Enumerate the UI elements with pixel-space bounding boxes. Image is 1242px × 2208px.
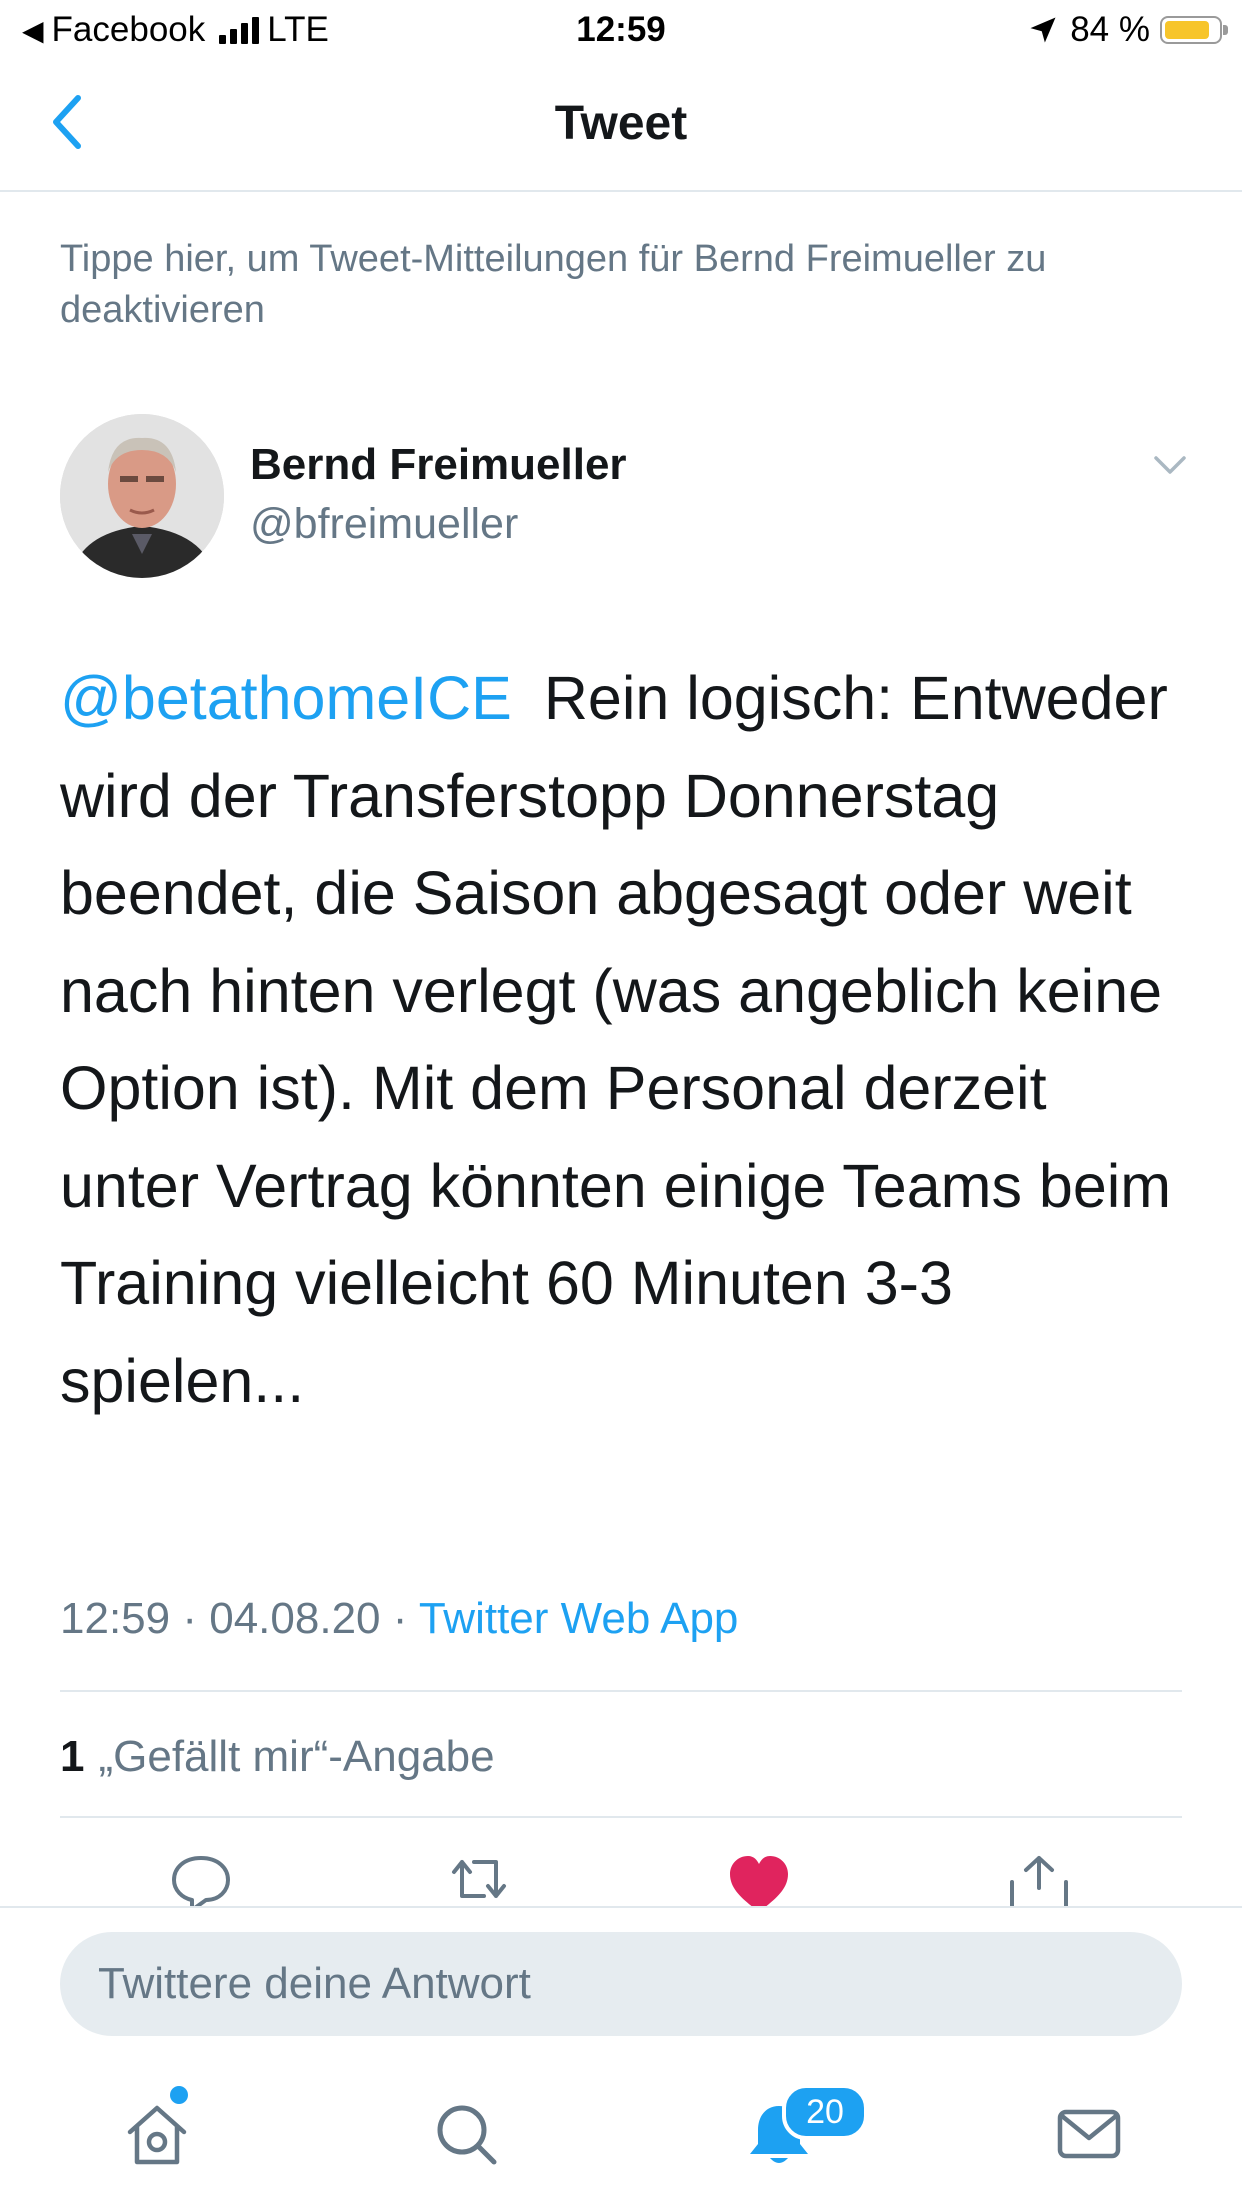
- divider: [60, 1816, 1182, 1818]
- battery-percent: 84 %: [1070, 10, 1150, 49]
- location-arrow-icon: [1030, 17, 1056, 43]
- tweet-source-link[interactable]: Twitter Web App: [419, 1594, 739, 1643]
- like-heart-icon[interactable]: [724, 1852, 794, 1906]
- tweet-body: Rein logisch: Entweder wird der Transfer…: [60, 664, 1172, 1415]
- home-icon[interactable]: [122, 2100, 192, 2170]
- status-right: 84 %: [1028, 10, 1228, 50]
- notification-toggle-notice[interactable]: Tippe hier, um Tweet-Mitteilungen für Be…: [60, 234, 1180, 336]
- divider: [60, 1690, 1182, 1692]
- tweet-time: 12:59: [60, 1594, 171, 1643]
- chevron-down-icon[interactable]: [1150, 450, 1190, 480]
- author-name[interactable]: Bernd Freimueller: [250, 440, 627, 490]
- share-icon[interactable]: [1004, 1852, 1074, 1906]
- author-handle[interactable]: @bfreimueller: [250, 500, 518, 549]
- tweet-text: @betathomeICE Rein logisch: Entweder wird…: [60, 650, 1190, 1430]
- retweet-icon[interactable]: [444, 1852, 514, 1906]
- status-bar: ◀ Facebook LTE 12:59 84 %: [0, 0, 1242, 62]
- likes-summary[interactable]: 1 „Gefällt mir“-Angabe: [60, 1732, 495, 1782]
- likes-label: „Gefällt mir“-Angabe: [98, 1732, 495, 1781]
- avatar-image: [60, 414, 224, 578]
- battery-fill: [1165, 21, 1209, 39]
- reply-input[interactable]: Twittere deine Antwort: [60, 1932, 1182, 2036]
- messages-icon[interactable]: [1054, 2100, 1124, 2170]
- meta-separator: ·: [182, 1594, 197, 1643]
- reply-icon[interactable]: [166, 1852, 236, 1906]
- navigation-bar: Tweet: [0, 62, 1242, 192]
- meta-separator: ·: [392, 1594, 408, 1643]
- battery-icon: [1160, 16, 1228, 44]
- home-new-indicator: [170, 2086, 188, 2104]
- likes-count: 1: [60, 1732, 85, 1781]
- notifications-badge: 20: [782, 2084, 868, 2140]
- mention-link[interactable]: @betathomeICE: [60, 664, 512, 732]
- tweet-date: 04.08.20: [209, 1594, 381, 1643]
- tweet-meta: 12:59 · 04.08.20 · Twitter Web App: [60, 1594, 738, 1644]
- page-title: Tweet: [554, 97, 688, 150]
- search-icon[interactable]: [432, 2100, 502, 2170]
- avatar[interactable]: [60, 414, 224, 578]
